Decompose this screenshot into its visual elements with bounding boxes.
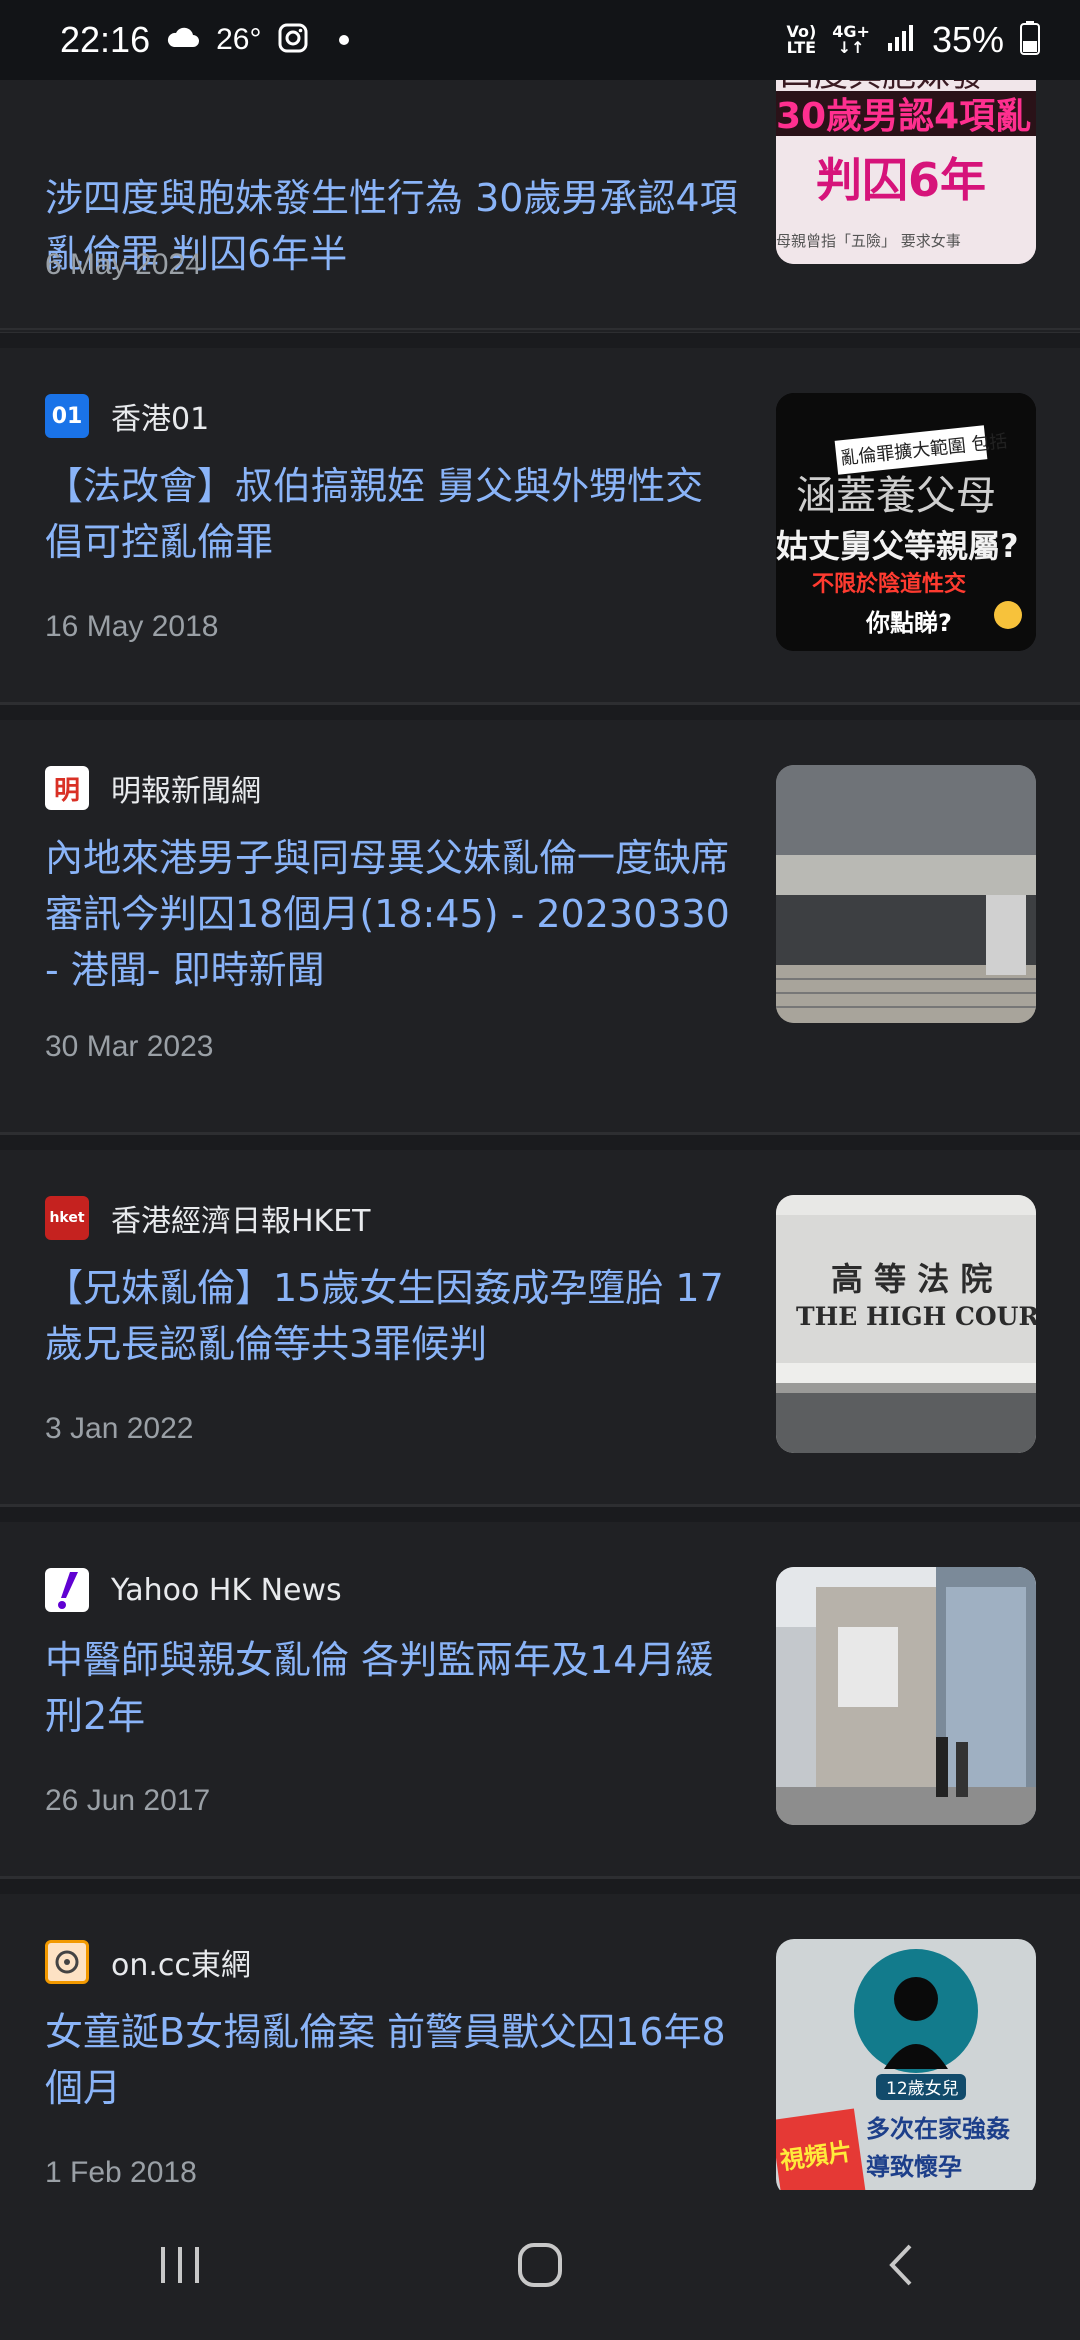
card-separator bbox=[0, 1878, 1080, 1894]
headline[interactable]: 女童誕B女揭亂倫案 前警員獸父囚16年8個月 bbox=[45, 2004, 745, 2116]
svg-text:30歲男認4項亂: 30歲男認4項亂 bbox=[776, 96, 1031, 137]
source-name: Yahoo HK News bbox=[111, 1572, 342, 1608]
news-card[interactable]: Yahoo HK News 中醫師與親女亂倫 各判監兩年及14月緩刑2年 26 … bbox=[0, 1522, 1080, 1878]
instagram-icon bbox=[277, 22, 309, 58]
article-thumbnail[interactable]: 12歲女兒 多次在家強姦 導致懷孕 視頻片 bbox=[776, 1939, 1036, 2190]
home-button[interactable] bbox=[480, 2225, 600, 2305]
headline[interactable]: 【法改會】叔伯搞親姪 舅父與外甥性交 倡可控亂倫罪 bbox=[45, 458, 745, 570]
article-date: 3 Jan 2022 bbox=[45, 1412, 194, 1445]
svg-text:12歲女兒: 12歲女兒 bbox=[886, 2079, 959, 2099]
back-button[interactable] bbox=[840, 2225, 960, 2305]
article-thumbnail[interactable]: 四度與胞妹發 30歲男認4項亂 判囚6年 母親曾指「五險」 要求女事 bbox=[776, 80, 1036, 264]
source-name: 明報新聞網 bbox=[111, 774, 261, 809]
svg-text:導致懷孕: 導致懷孕 bbox=[866, 2153, 962, 2181]
signal-icon bbox=[886, 23, 916, 57]
news-card[interactable]: hket 香港經濟日報HKET 【兄妹亂倫】15歲女生因姦成孕墮胎 17歲兄長認… bbox=[0, 1150, 1080, 1506]
recent-apps-button[interactable] bbox=[120, 2225, 240, 2305]
card-separator bbox=[0, 1506, 1080, 1522]
mingpao-logo-icon: 明 bbox=[45, 766, 89, 810]
article-date: 1 Feb 2018 bbox=[45, 2156, 197, 2189]
article-date: 26 Jun 2017 bbox=[45, 1784, 211, 1817]
battery-percentage: 35% bbox=[931, 19, 1004, 60]
network-4g-icon: 4G+ ↓↑ bbox=[832, 22, 870, 57]
hket-logo-icon: hket bbox=[45, 1196, 89, 1240]
headline[interactable]: 內地來港男子與同母異父妹亂倫一度缺席審訊今判囚18個月(18:45) - 202… bbox=[45, 830, 745, 998]
recent-apps-icon bbox=[161, 2247, 199, 2283]
article-thumbnail[interactable]: 亂倫罪擴大範圍 包括 涵蓋養父母 姑丈舅父等親屬? 不限於陰道性交 你點睇? bbox=[776, 393, 1036, 651]
svg-text:THE HIGH COURT: THE HIGH COURT bbox=[796, 1302, 1036, 1331]
article-thumbnail[interactable] bbox=[776, 1567, 1036, 1825]
battery-icon bbox=[1020, 21, 1040, 59]
hk01-logo-icon: 01 bbox=[45, 394, 89, 438]
news-card[interactable]: 涉四度與胞妹發生性行為 30歲男承認4項亂倫罪 判囚6年半 6 May 2024… bbox=[0, 80, 1080, 330]
article-thumbnail[interactable]: 高 等 法 院 THE HIGH COURT bbox=[776, 1195, 1036, 1453]
system-nav-bar bbox=[0, 2190, 1080, 2340]
source-name: 香港01 bbox=[111, 402, 210, 437]
source-row: on.cc東網 bbox=[45, 1939, 251, 1985]
svg-text:高 等 法 院: 高 等 法 院 bbox=[831, 1260, 992, 1298]
cloud-icon bbox=[166, 27, 200, 53]
home-icon bbox=[518, 2243, 562, 2287]
news-feed[interactable]: 涉四度與胞妹發生性行為 30歲男承認4項亂倫罪 判囚6年半 6 May 2024… bbox=[0, 80, 1080, 2190]
volte-icon: Vo) LTE bbox=[786, 22, 817, 57]
headline[interactable]: 【兄妹亂倫】15歲女生因姦成孕墮胎 17歲兄長認亂倫等共3罪候判 bbox=[45, 1260, 745, 1372]
status-time: 22:16 bbox=[60, 19, 151, 60]
svg-text:涵蓋養父母: 涵蓋養父母 bbox=[796, 473, 996, 519]
card-separator bbox=[0, 704, 1080, 720]
headline[interactable]: 中醫師與親女亂倫 各判監兩年及14月緩刑2年 bbox=[45, 1632, 745, 1744]
status-right: Vo) LTE 4G+ ↓↑ 35% bbox=[786, 19, 1040, 61]
news-card[interactable]: 明 明報新聞網 內地來港男子與同母異父妹亂倫一度缺席審訊今判囚18個月(18:4… bbox=[0, 720, 1080, 1134]
news-card[interactable]: 01 香港01 【法改會】叔伯搞親姪 舅父與外甥性交 倡可控亂倫罪 16 May… bbox=[0, 348, 1080, 704]
source-name: 香港經濟日報HKET bbox=[111, 1204, 371, 1239]
status-temperature: 26° bbox=[216, 23, 262, 56]
article-date: 30 Mar 2023 bbox=[45, 1030, 214, 1063]
notification-dot-icon bbox=[339, 35, 350, 45]
yahoo-logo-icon bbox=[45, 1568, 89, 1612]
status-left: 22:16 26° bbox=[60, 19, 350, 61]
svg-text:四度與胞妹發: 四度與胞妹發 bbox=[780, 80, 984, 95]
source-row: Yahoo HK News bbox=[45, 1567, 342, 1613]
news-card[interactable]: on.cc東網 女童誕B女揭亂倫案 前警員獸父囚16年8個月 1 Feb 201… bbox=[0, 1894, 1080, 2190]
svg-text:你點睇?: 你點睇? bbox=[865, 609, 952, 637]
svg-text:不限於陰道性交: 不限於陰道性交 bbox=[812, 571, 966, 597]
article-thumbnail[interactable] bbox=[776, 765, 1036, 1023]
back-icon bbox=[889, 2244, 912, 2286]
oncc-logo-icon bbox=[45, 1940, 89, 1984]
article-date: 6 May 2024 bbox=[45, 248, 202, 281]
source-row: 明 明報新聞網 bbox=[45, 765, 261, 811]
source-row: 01 香港01 bbox=[45, 393, 209, 439]
svg-text:姑丈舅父等親屬?: 姑丈舅父等親屬? bbox=[776, 527, 1019, 565]
svg-text:多次在家強姦: 多次在家強姦 bbox=[866, 2115, 1010, 2143]
status-bar: 22:16 26° Vo) LTE 4G+ ↓↑ 35% bbox=[0, 0, 1080, 80]
card-separator bbox=[0, 1134, 1080, 1150]
article-date: 16 May 2018 bbox=[45, 610, 219, 643]
svg-text:母親曾指「五險」 要求女事: 母親曾指「五險」 要求女事 bbox=[776, 232, 961, 250]
source-row: hket 香港經濟日報HKET bbox=[45, 1195, 371, 1241]
source-name: on.cc東網 bbox=[111, 1948, 251, 1983]
card-separator bbox=[0, 332, 1080, 348]
svg-text:判囚6年: 判囚6年 bbox=[816, 153, 986, 207]
